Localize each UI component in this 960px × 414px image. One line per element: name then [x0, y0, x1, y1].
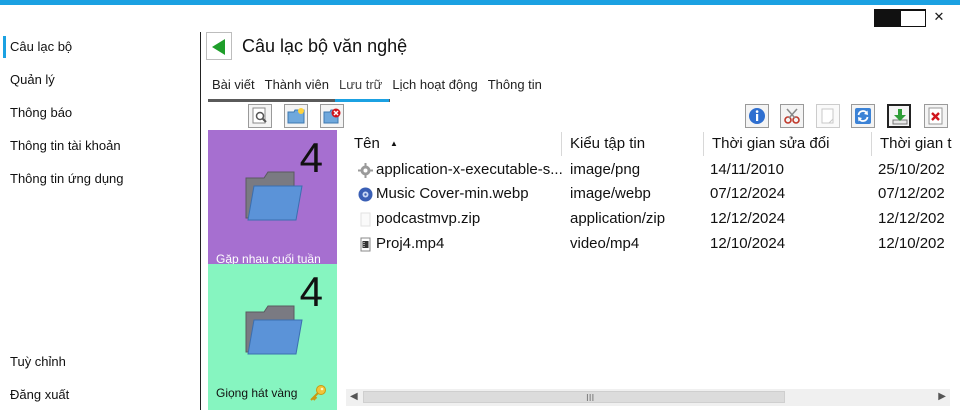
sidebar-active-indicator: [3, 36, 6, 58]
download-button[interactable]: [887, 104, 911, 128]
refresh-button[interactable]: [851, 104, 875, 128]
delete-file-button[interactable]: [924, 104, 948, 128]
folder-search-button[interactable]: [248, 104, 272, 128]
info-button[interactable]: [745, 104, 769, 128]
window-controls: ✕: [874, 8, 952, 27]
column-modified[interactable]: Thời gian sửa đổi: [704, 132, 872, 156]
file-name: Music Cover-min.webp: [376, 185, 529, 202]
tab-posts[interactable]: Bài viết: [208, 76, 259, 98]
horizontal-scrollbar[interactable]: ◀ III ▶: [346, 389, 950, 406]
sidebar-item-logout[interactable]: Đăng xuất: [10, 384, 69, 406]
column-type[interactable]: Kiểu tập tin: [562, 132, 704, 156]
sidebar-item-settings[interactable]: Tuỳ chỉnh: [10, 351, 66, 373]
paste-icon: [821, 108, 834, 124]
paste-button[interactable]: [816, 104, 840, 128]
folder-icon: [245, 305, 303, 355]
column-created[interactable]: Thời gian t: [872, 132, 960, 156]
sort-asc-icon: ▲: [390, 139, 398, 149]
file-name: application-x-executable-s...: [376, 161, 562, 178]
sidebar-item-app-info[interactable]: Thông tin ứng dụng: [10, 168, 124, 190]
media-file-icon: [358, 187, 373, 201]
file-row[interactable]: Music Cover-min.webp image/webp 07/12/20…: [346, 182, 960, 206]
tab-active-indicator: [335, 99, 389, 102]
file-row[interactable]: podcastmvp.zip application/zip 12/12/202…: [346, 207, 960, 231]
cut-button[interactable]: [780, 104, 804, 128]
sidebar: Câu lạc bộ Quản lý Thông báo Thông tin t…: [0, 30, 200, 414]
sidebar-item-club[interactable]: Câu lạc bộ: [10, 36, 72, 58]
scissors-icon: [784, 108, 800, 124]
sidebar-divider: [200, 32, 201, 410]
sidebar-item-notifications[interactable]: Thông báo: [10, 102, 72, 124]
new-folder-button[interactable]: [284, 104, 308, 128]
file-row[interactable]: application-x-executable-s... image/png …: [346, 158, 960, 182]
scrollbar-grip-icon: III: [586, 393, 595, 404]
page-title: Câu lạc bộ văn nghệ: [242, 36, 408, 56]
file-created: 25/10/202: [878, 161, 945, 178]
maximize-icon: [900, 8, 926, 27]
tab-bar: Bài viết Thành viên Lưu trữ Lịch hoạt độ…: [208, 76, 548, 100]
folder-tile[interactable]: 4 Giọng hát vàng: [208, 264, 337, 410]
file-created: 12/12/202: [878, 210, 945, 227]
folder-icon: [245, 171, 303, 221]
tab-storage[interactable]: Lưu trữ: [335, 76, 386, 98]
search-folder-icon: [252, 107, 267, 124]
back-arrow-icon: [212, 39, 225, 55]
new-folder-icon: [287, 108, 305, 124]
file-modified: 07/12/2024: [710, 185, 786, 202]
scroll-right-arrow-icon[interactable]: ▶: [938, 391, 946, 402]
delete-folder-icon: [323, 108, 341, 124]
file-created: 12/10/202: [878, 235, 945, 252]
file-name: Proj4.mp4: [376, 235, 445, 252]
file-type: image/webp: [570, 185, 651, 202]
refresh-icon: [855, 108, 871, 124]
close-button[interactable]: ✕: [926, 8, 952, 26]
delete-icon: [928, 107, 943, 125]
scrollbar-thumb[interactable]: III: [363, 391, 785, 404]
minimize-icon: [874, 8, 900, 27]
folder-name: Giọng hát vàng: [216, 386, 298, 400]
column-name[interactable]: Tên ▲: [346, 132, 562, 156]
file-modified: 12/12/2024: [710, 210, 786, 227]
sidebar-item-account[interactable]: Thông tin tài khoản: [10, 135, 121, 157]
file-type: video/mp4: [570, 235, 640, 252]
scroll-left-arrow-icon[interactable]: ◀: [350, 391, 358, 402]
file-created: 07/12/202: [878, 185, 945, 202]
maximize-button[interactable]: [900, 8, 926, 27]
sidebar-item-manage[interactable]: Quản lý: [10, 69, 55, 91]
file-name: podcastmvp.zip: [376, 210, 481, 227]
file-row[interactable]: Proj4.mp4 video/mp4 12/10/2024 12/10/202: [346, 232, 960, 256]
blank-file-icon: [360, 212, 371, 226]
file-modified: 14/11/2010: [710, 161, 784, 178]
gear-file-icon: [358, 162, 373, 178]
file-type: image/png: [570, 161, 641, 178]
download-icon: [892, 109, 908, 125]
title-accent-bar: [0, 0, 960, 5]
back-button[interactable]: [206, 32, 232, 60]
file-modified: 12/10/2024: [710, 235, 786, 252]
delete-folder-button[interactable]: [320, 104, 344, 128]
tab-members[interactable]: Thành viên: [261, 76, 333, 98]
folder-tile[interactable]: 4 Gặp nhau cuối tuần: [208, 130, 337, 276]
file-type: application/zip: [570, 210, 666, 227]
tab-schedule[interactable]: Lịch hoạt động: [388, 76, 481, 98]
info-icon: [749, 108, 765, 124]
file-list-header: Tên ▲ Kiểu tập tin Thời gian sửa đổi Thờ…: [346, 132, 960, 156]
tab-info[interactable]: Thông tin: [484, 76, 546, 98]
video-file-icon: [360, 237, 371, 251]
minimize-button[interactable]: [874, 8, 900, 27]
key-icon: [310, 385, 326, 401]
